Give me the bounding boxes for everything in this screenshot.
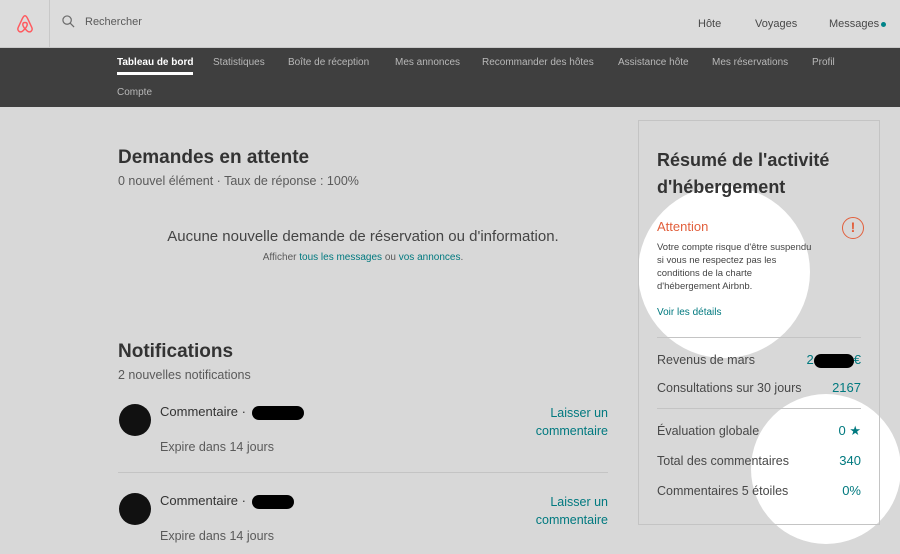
airbnb-logo-icon[interactable] bbox=[14, 13, 36, 35]
tab-profile[interactable]: Profil bbox=[812, 57, 835, 68]
your-listings-link[interactable]: vos annonces bbox=[399, 252, 461, 263]
unread-dot-icon bbox=[881, 22, 887, 27]
pending-title: Demandes en attente bbox=[118, 147, 310, 168]
redacted-name bbox=[251, 494, 294, 509]
search-bar[interactable]: Rechercher bbox=[62, 15, 142, 28]
revenue-currency: € bbox=[853, 352, 861, 367]
host-subnav: Tableau de bord Statistiques Boîte de ré… bbox=[0, 48, 900, 107]
search-input[interactable]: Rechercher bbox=[85, 16, 142, 28]
notification-title-text: Commentaire · bbox=[160, 493, 250, 508]
see-details-link[interactable]: Voir les détails bbox=[657, 307, 721, 318]
stat-label-rating: Évaluation globale bbox=[657, 424, 760, 438]
stat-value-reviews[interactable]: 340 bbox=[839, 453, 861, 468]
stat-value-rating[interactable]: 0 ★ bbox=[839, 423, 862, 439]
activity-summary-panel: Résumé de l'activité d'hébergement Atten… bbox=[638, 120, 880, 525]
empty-links: Afficher tous les messages ou vos annonc… bbox=[118, 252, 608, 263]
leave-review-link[interactable]: Laisser un commentaire bbox=[498, 404, 608, 440]
redacted-amount bbox=[813, 353, 854, 368]
logo-container[interactable] bbox=[0, 0, 50, 48]
nav-trips[interactable]: Voyages bbox=[755, 0, 797, 48]
tab-host-assist[interactable]: Assistance hôte bbox=[618, 57, 689, 68]
stat-label-reviews: Total des commentaires bbox=[657, 454, 790, 468]
notifications-title: Notifications bbox=[118, 341, 234, 362]
avatar bbox=[119, 493, 151, 525]
notification-item: Commentaire · Expire dans 14 jours Laiss… bbox=[118, 400, 608, 475]
avatar bbox=[119, 404, 151, 436]
revenue-value-digit: 2 bbox=[806, 352, 814, 367]
stat-label-views: Consultations sur 30 jours bbox=[657, 381, 802, 395]
attention-body: Votre compte risque d'être suspendu si v… bbox=[657, 242, 812, 292]
nav-host[interactable]: Hôte bbox=[698, 0, 721, 48]
tab-account[interactable]: Compte bbox=[117, 87, 152, 98]
divider bbox=[657, 337, 861, 338]
notification-expire: Expire dans 14 jours bbox=[160, 440, 274, 454]
attention-title: Attention bbox=[657, 219, 709, 234]
notification-item: Commentaire · Expire dans 14 jours Laiss… bbox=[118, 489, 608, 554]
or-text: ou bbox=[382, 252, 399, 263]
notification-title: Commentaire · bbox=[160, 493, 294, 509]
nav-messages-label: Messages bbox=[829, 18, 880, 30]
tab-dashboard[interactable]: Tableau de bord bbox=[117, 57, 194, 68]
stat-label-revenue: Revenus de mars bbox=[657, 353, 755, 367]
leave-review-link[interactable]: Laisser un commentaire bbox=[498, 493, 608, 529]
warning-icon: ! bbox=[842, 217, 864, 239]
notification-expire: Expire dans 14 jours bbox=[160, 529, 274, 543]
divider bbox=[118, 472, 608, 473]
show-prefix: Afficher bbox=[262, 252, 300, 263]
pending-subtitle: 0 nouvel élément · Taux de réponse : 100… bbox=[118, 174, 359, 188]
tab-refer-hosts[interactable]: Recommander des hôtes bbox=[482, 57, 594, 68]
period-text: . bbox=[460, 252, 464, 263]
divider bbox=[657, 408, 861, 409]
tab-listings[interactable]: Mes annonces bbox=[395, 57, 460, 68]
notification-title-text: Commentaire · bbox=[160, 404, 250, 419]
notification-title: Commentaire · bbox=[160, 404, 304, 420]
active-tab-indicator bbox=[117, 72, 193, 75]
stat-label-five-star: Commentaires 5 étoiles bbox=[657, 484, 789, 498]
stat-value-revenue[interactable]: 2 € bbox=[807, 352, 861, 368]
tab-inbox[interactable]: Boîte de réception bbox=[288, 57, 369, 68]
stat-value-views[interactable]: 2167 bbox=[832, 380, 861, 395]
tab-reservations[interactable]: Mes réservations bbox=[712, 57, 788, 68]
nav-messages[interactable]: Messages bbox=[829, 0, 887, 48]
stat-value-five-star[interactable]: 0% bbox=[842, 483, 861, 498]
empty-message: Aucune nouvelle demande de réservation o… bbox=[167, 228, 559, 245]
all-messages-link[interactable]: tous les messages bbox=[299, 252, 382, 263]
top-header: Rechercher Hôte Voyages Messages bbox=[0, 0, 900, 48]
tab-statistics[interactable]: Statistiques bbox=[213, 57, 265, 68]
redacted-name bbox=[251, 405, 304, 420]
panel-title: Résumé de l'activité d'hébergement bbox=[657, 150, 830, 197]
search-icon bbox=[62, 15, 75, 28]
notifications-subtitle: 2 nouvelles notifications bbox=[118, 368, 251, 382]
